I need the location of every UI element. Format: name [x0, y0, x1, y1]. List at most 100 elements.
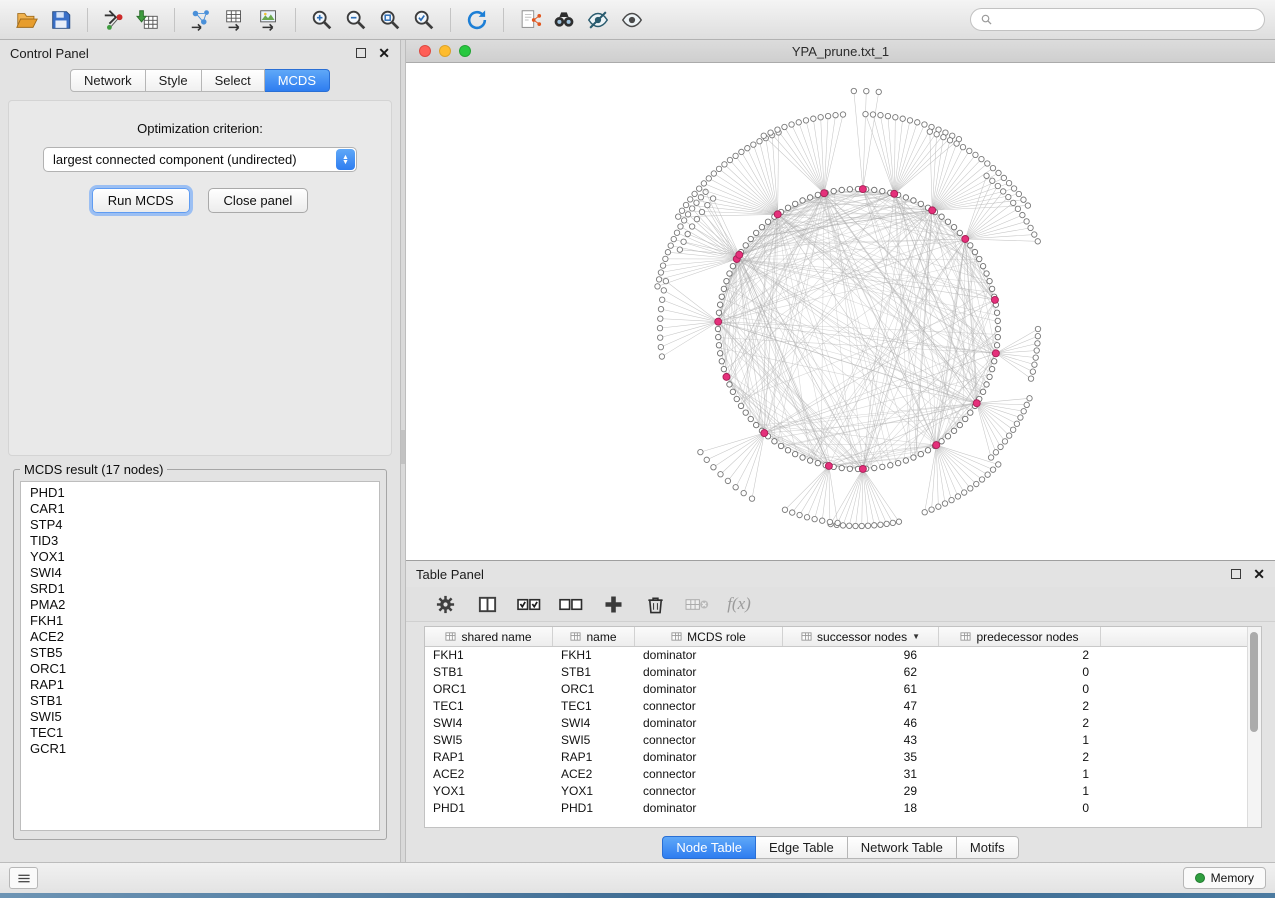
save-session-button[interactable] — [44, 5, 78, 35]
splitter-handle[interactable] — [401, 430, 405, 464]
tab-style[interactable]: Style — [146, 69, 202, 92]
function-builder-button[interactable]: f(x) — [726, 591, 752, 617]
result-node-item[interactable]: SWI5 — [21, 709, 379, 725]
toolbar-separator — [174, 8, 175, 32]
result-node-item[interactable]: ACE2 — [21, 629, 379, 645]
hide-graphics-button[interactable] — [581, 5, 615, 35]
select-all-icon — [516, 594, 542, 615]
add-row-button[interactable] — [600, 591, 626, 617]
export-table-icon — [223, 8, 247, 32]
result-node-item[interactable]: STB1 — [21, 693, 379, 709]
criterion-dropdown[interactable]: largest connected component (undirected)… — [43, 147, 357, 172]
settings-gear-button[interactable] — [432, 591, 458, 617]
result-node-item[interactable]: PMA2 — [21, 597, 379, 613]
run-mcds-button[interactable]: Run MCDS — [92, 188, 190, 213]
result-node-item[interactable]: CAR1 — [21, 501, 379, 517]
open-session-button[interactable] — [10, 5, 44, 35]
search-input[interactable] — [998, 12, 1255, 28]
network-canvas[interactable] — [406, 63, 1275, 560]
optimization-criterion-label: Optimization criterion: — [9, 121, 391, 136]
column-header-name[interactable]: name — [553, 627, 635, 646]
import-table-button[interactable] — [131, 5, 165, 35]
tab-network-table[interactable]: Network Table — [848, 836, 957, 859]
column-header-predecessor-nodes[interactable]: predecessor nodes — [939, 627, 1101, 646]
task-history-button[interactable] — [9, 867, 38, 889]
search-network-button[interactable] — [547, 5, 581, 35]
zoom-selected-button[interactable] — [407, 5, 441, 35]
cell-succ: 31 — [783, 766, 939, 783]
table-scrollbar-thumb[interactable] — [1250, 632, 1258, 732]
table-row[interactable]: RAP1RAP1dominator352 — [425, 749, 1261, 766]
tab-select[interactable]: Select — [202, 69, 265, 92]
search-field[interactable] — [970, 8, 1265, 31]
result-node-item[interactable]: PHD1 — [21, 485, 379, 501]
close-panel-button[interactable]: Close panel — [208, 188, 309, 213]
deselect-all-button[interactable] — [558, 591, 584, 617]
cell-role: connector — [635, 698, 783, 715]
column-grid-icon — [570, 631, 581, 642]
zoom-fit-button[interactable] — [373, 5, 407, 35]
close-window-icon[interactable] — [419, 45, 431, 57]
tab-network[interactable]: Network — [70, 69, 146, 92]
result-node-item[interactable]: GCR1 — [21, 741, 379, 757]
export-network-button[interactable] — [184, 5, 218, 35]
result-node-item[interactable]: SRD1 — [21, 581, 379, 597]
delete-row-button[interactable] — [642, 591, 668, 617]
mcds-result-list[interactable]: PHD1CAR1STP4TID3YOX1SWI4SRD1PMA2FKH1ACE2… — [20, 481, 380, 831]
table-row[interactable]: PHD1PHD1dominator180 — [425, 800, 1261, 817]
result-node-item[interactable]: STB5 — [21, 645, 379, 661]
refresh-layout-button[interactable] — [460, 5, 494, 35]
result-node-item[interactable]: TID3 — [21, 533, 379, 549]
column-grid-icon — [960, 631, 971, 642]
table-row[interactable]: YOX1YOX1connector291 — [425, 783, 1261, 800]
table-row[interactable]: ACE2ACE2connector311 — [425, 766, 1261, 783]
table-scrollbar[interactable] — [1247, 627, 1261, 827]
tab-mcds[interactable]: MCDS — [265, 69, 330, 92]
table-row[interactable]: TEC1TEC1connector472 — [425, 698, 1261, 715]
mcds-pane: Optimization criterion: largest connecte… — [8, 100, 392, 456]
result-node-item[interactable]: FKH1 — [21, 613, 379, 629]
zoom-out-button[interactable] — [339, 5, 373, 35]
result-node-item[interactable]: SWI4 — [21, 565, 379, 581]
column-header-MCDS-role[interactable]: MCDS role — [635, 627, 783, 646]
export-image-button[interactable] — [252, 5, 286, 35]
delete-column-button[interactable] — [684, 591, 710, 617]
close-panel-icon[interactable]: ✕ — [378, 46, 390, 60]
column-grid-icon — [445, 631, 456, 642]
cell-role: connector — [635, 783, 783, 800]
result-node-item[interactable]: RAP1 — [21, 677, 379, 693]
show-graphics-button[interactable] — [615, 5, 649, 35]
result-node-item[interactable]: TEC1 — [21, 725, 379, 741]
cell-role: dominator — [635, 664, 783, 681]
tab-edge-table[interactable]: Edge Table — [756, 836, 848, 859]
import-network-button[interactable] — [97, 5, 131, 35]
network-graph[interactable] — [406, 63, 1275, 560]
column-header-successor-nodes[interactable]: successor nodes▼ — [783, 627, 939, 646]
dropdown-stepper-icon: ▲▼ — [336, 149, 355, 170]
minimize-window-icon[interactable] — [439, 45, 451, 57]
zoom-in-button[interactable] — [305, 5, 339, 35]
cell-shared-name: TEC1 — [425, 698, 553, 715]
share-document-button[interactable] — [513, 5, 547, 35]
float-table-panel-icon[interactable] — [1231, 569, 1241, 579]
result-node-item[interactable]: STP4 — [21, 517, 379, 533]
maximize-window-icon[interactable] — [459, 45, 471, 57]
export-table-button[interactable] — [218, 5, 252, 35]
select-all-button[interactable] — [516, 591, 542, 617]
result-node-item[interactable]: YOX1 — [21, 549, 379, 565]
table-row[interactable]: STB1STB1dominator620 — [425, 664, 1261, 681]
table-row[interactable]: SWI4SWI4dominator462 — [425, 715, 1261, 732]
table-row[interactable]: SWI5SWI5connector431 — [425, 732, 1261, 749]
float-panel-icon[interactable] — [356, 48, 366, 58]
table-row[interactable]: ORC1ORC1dominator610 — [425, 681, 1261, 698]
column-layout-button[interactable] — [474, 591, 500, 617]
close-table-panel-icon[interactable]: ✕ — [1253, 567, 1265, 581]
column-header-shared-name[interactable]: shared name — [425, 627, 553, 646]
network-window-titlebar: YPA_prune.txt_1 — [406, 40, 1275, 63]
cell-shared-name: SWI5 — [425, 732, 553, 749]
table-row[interactable]: FKH1FKH1dominator962 — [425, 647, 1261, 664]
tab-motifs[interactable]: Motifs — [957, 836, 1019, 859]
result-node-item[interactable]: ORC1 — [21, 661, 379, 677]
tab-node-table[interactable]: Node Table — [662, 836, 756, 859]
memory-button[interactable]: Memory — [1183, 867, 1266, 889]
